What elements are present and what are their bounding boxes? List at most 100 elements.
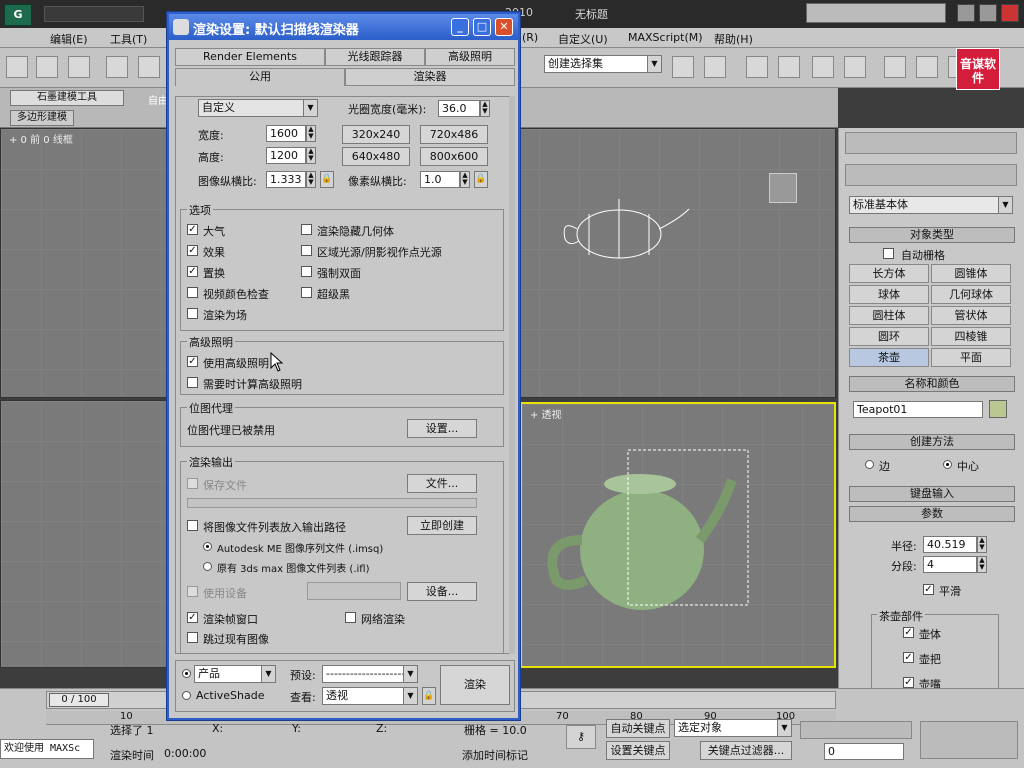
pixel-aspect-field[interactable]: 1.0 <box>420 171 460 188</box>
move-icon[interactable] <box>106 56 128 78</box>
preset-dropdown[interactable]: -------------------- ▼ <box>322 665 418 683</box>
frame-window-checkbox[interactable]: ✓ <box>187 612 198 623</box>
aperture-spinner[interactable]: ▲ ▼ <box>480 100 490 117</box>
close-icon[interactable]: ✕ <box>495 18 513 36</box>
render-mode-dropdown[interactable]: 产品 ▼ <box>194 665 276 683</box>
layer-icon[interactable] <box>746 56 768 78</box>
files-button[interactable]: 文件... <box>407 474 477 493</box>
device-field[interactable] <box>307 582 401 600</box>
common-parameters-pane[interactable]: 自定义 ▼ 光圈宽度(毫米): 36.0 ▲ ▼ 宽度: 1600 ▲ ▼ 高度: 1… <box>175 96 515 654</box>
pyramid-button[interactable]: 四棱锥 <box>931 327 1011 346</box>
curve-editor-icon[interactable] <box>778 56 800 78</box>
tab-render-elements[interactable]: Render Elements <box>175 48 325 66</box>
width-field[interactable]: 1600 <box>266 125 306 142</box>
use-advanced-lighting-checkbox[interactable]: ✓ <box>187 356 198 367</box>
output-size-dropdown[interactable]: 自定义 ▼ <box>198 99 318 117</box>
rollout-name-color[interactable]: 名称和颜色 <box>849 376 1015 392</box>
key-mode-dropdown[interactable]: 选定对象 ▼ <box>674 719 792 737</box>
view-lock-icon[interactable]: 🔒 <box>422 687 436 705</box>
maximize-icon[interactable]: □ <box>473 18 491 36</box>
force-two-sided-checkbox[interactable] <box>301 266 312 277</box>
selection-set-dropdown[interactable]: 创建选择集 ▼ <box>544 55 662 73</box>
material-editor-icon[interactable] <box>844 56 866 78</box>
key-filters-button[interactable]: 关键点过滤器... <box>700 741 792 760</box>
segments-spinner[interactable]: ▲ ▼ <box>977 556 987 573</box>
height-field[interactable]: 1200 <box>266 147 306 164</box>
lock-icon[interactable]: 🔒 <box>320 171 334 188</box>
use-device-checkbox[interactable] <box>187 586 198 597</box>
tab-raytracer[interactable]: 光线跟踪器 <box>325 48 425 66</box>
radius-field[interactable]: 40.519 <box>923 536 977 553</box>
select-icon[interactable] <box>36 56 58 78</box>
preset-800x600[interactable]: 800x600 <box>420 147 488 166</box>
super-black-checkbox[interactable] <box>301 287 312 298</box>
segments-field[interactable]: 4 <box>923 556 977 573</box>
sphere-button[interactable]: 球体 <box>849 285 929 304</box>
cmd-tabs[interactable] <box>845 132 1017 154</box>
nav-controls[interactable] <box>920 721 1018 759</box>
viewcube-icon[interactable] <box>769 173 797 203</box>
rotate-icon[interactable] <box>138 56 160 78</box>
viewport-perspective[interactable]: + 透视 <box>520 402 836 668</box>
menu-maxscript[interactable]: MAXScript(M) <box>628 31 703 44</box>
ribbon-subtab-poly[interactable]: 多边形建模 <box>10 110 74 126</box>
create-now-button[interactable]: 立即创建 <box>407 516 477 535</box>
cone-button[interactable]: 圆锥体 <box>931 264 1011 283</box>
torus-button[interactable]: 圆环 <box>849 327 929 346</box>
dialog-title-bar[interactable]: 渲染设置: 默认扫描线渲染器 _ □ ✕ <box>169 14 518 40</box>
rollout-creation-method[interactable]: 创建方法 <box>849 434 1015 450</box>
image-aspect-spinner[interactable]: ▲ ▼ <box>306 171 316 188</box>
app-logo-icon[interactable]: G <box>4 4 32 26</box>
displacement-checkbox[interactable]: ✓ <box>187 266 198 277</box>
autogrid-checkbox[interactable] <box>883 248 894 259</box>
atmospherics-checkbox[interactable]: ✓ <box>187 224 198 235</box>
viewport-label[interactable]: + 0 前 0 线框 <box>9 131 73 146</box>
handle-checkbox[interactable]: ✓ <box>903 652 914 663</box>
current-frame-field[interactable]: 0 <box>824 743 904 760</box>
net-render-checkbox[interactable] <box>345 612 356 623</box>
minimize-app-button[interactable] <box>957 4 975 22</box>
select-region-icon[interactable] <box>68 56 90 78</box>
primitive-type-dropdown[interactable]: 标准基本体 ▼ <box>849 196 1013 214</box>
view-dropdown[interactable]: 透视 ▼ <box>322 687 418 705</box>
restore-app-button[interactable] <box>979 4 997 22</box>
tab-advanced-lighting[interactable]: 高级照明 <box>425 48 515 66</box>
skip-existing-checkbox[interactable] <box>187 632 198 643</box>
menu-help[interactable]: 帮助(H) <box>714 31 753 47</box>
spout-checkbox[interactable]: ✓ <box>903 677 914 688</box>
box-button[interactable]: 长方体 <box>849 264 929 283</box>
production-radio[interactable] <box>182 669 191 678</box>
menu-rendering[interactable]: (R) <box>522 31 538 44</box>
render-frame-icon[interactable] <box>916 56 938 78</box>
smooth-checkbox[interactable]: ✓ <box>923 584 934 595</box>
preset-320x240[interactable]: 320x240 <box>342 125 410 144</box>
activeshade-radio[interactable] <box>182 691 191 700</box>
time-slider-thumb[interactable]: 0 / 100 <box>49 693 109 707</box>
teapot-button[interactable]: 茶壶 <box>849 348 929 367</box>
minimize-icon[interactable]: _ <box>451 18 469 36</box>
imsq-radio[interactable] <box>203 542 212 551</box>
ifl-radio[interactable] <box>203 562 212 571</box>
tube-button[interactable]: 管状体 <box>931 306 1011 325</box>
preset-640x480[interactable]: 640x480 <box>342 147 410 166</box>
ribbon-tab-graphite[interactable]: 石墨建模工具 <box>10 90 124 106</box>
preset-720x486[interactable]: 720x486 <box>420 125 488 144</box>
key-icon[interactable]: ⚷ <box>566 725 596 749</box>
area-lights-checkbox[interactable] <box>301 245 312 256</box>
perspective-label[interactable]: + 透视 <box>530 406 562 421</box>
render-hidden-checkbox[interactable] <box>301 224 312 235</box>
auto-key-button[interactable]: 自动关键点 <box>606 719 670 738</box>
body-checkbox[interactable]: ✓ <box>903 627 914 638</box>
rollout-object-type[interactable]: 对象类型 <box>849 227 1015 243</box>
object-color-swatch[interactable] <box>989 400 1007 418</box>
rollout-keyboard-entry[interactable]: 键盘输入 <box>849 486 1015 502</box>
object-name-field[interactable]: Teapot01 <box>853 401 983 418</box>
menu-customize[interactable]: 自定义(U) <box>558 31 608 47</box>
align-icon[interactable] <box>704 56 726 78</box>
infocenter-toolbar[interactable] <box>806 3 946 23</box>
ribbon-tab-freeform[interactable]: 自由 <box>148 92 168 107</box>
tab-renderer[interactable]: 渲染器 <box>345 68 515 86</box>
height-spinner[interactable]: ▲ ▼ <box>306 147 316 164</box>
save-file-checkbox[interactable] <box>187 478 198 489</box>
pane-scrollbar[interactable] <box>509 96 515 654</box>
